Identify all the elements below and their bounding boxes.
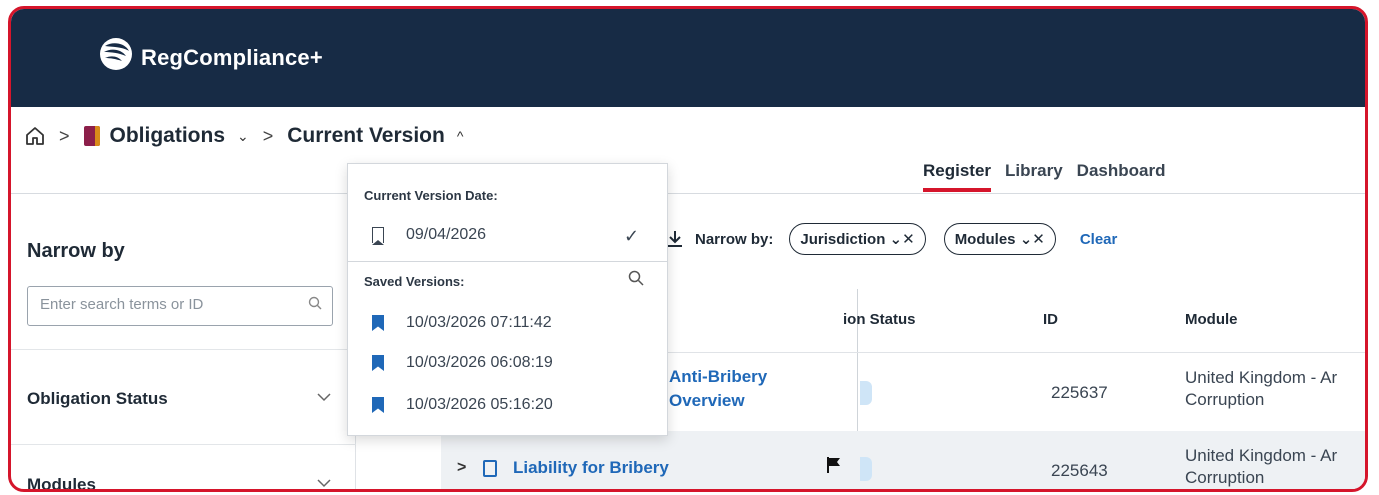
breadcrumb-current-version[interactable]: Current Version xyxy=(287,124,445,148)
home-icon[interactable] xyxy=(25,126,45,146)
check-icon: ✓ xyxy=(624,226,640,246)
saved-version-option[interactable]: 10/03/2026 05:16:20 xyxy=(372,396,553,414)
tab-library[interactable]: Library xyxy=(1005,161,1063,192)
app-header: RegCompliance+ xyxy=(11,9,1365,107)
flag-icon[interactable] xyxy=(827,457,841,473)
current-version-option[interactable]: 09/04/2026 xyxy=(372,226,487,245)
filter-bar: Narrow by: Jurisdiction ⌄✕ Modules ⌄✕ Cl… xyxy=(667,221,1117,257)
tab-dashboard[interactable]: Dashboard xyxy=(1077,161,1166,192)
tab-register[interactable]: Register xyxy=(923,161,992,192)
breadcrumb-obligations[interactable]: Obligations xyxy=(110,124,226,148)
status-badge xyxy=(860,457,872,481)
current-version-heading: Current Version Date: xyxy=(364,188,498,203)
search-icon[interactable] xyxy=(628,270,644,286)
chevron-down-icon[interactable]: ⌄ xyxy=(237,128,249,145)
chevron-down-icon[interactable] xyxy=(317,392,331,402)
download-icon[interactable] xyxy=(667,230,683,248)
saved-versions-heading: Saved Versions: xyxy=(364,274,465,289)
expand-row-chevron-icon[interactable]: > xyxy=(457,459,466,477)
row-id: 225637 xyxy=(1051,383,1108,402)
bookmark-filled-icon xyxy=(372,315,384,331)
saved-version-label: 10/03/2026 06:08:19 xyxy=(406,354,553,371)
module-line: United Kingdom - Ar xyxy=(1185,368,1338,387)
current-version-date: 09/04/2026 xyxy=(406,226,487,243)
chip-modules[interactable]: Modules ⌄✕ xyxy=(943,223,1056,255)
header-module[interactable]: Module xyxy=(1185,311,1238,328)
saved-version-option[interactable]: 10/03/2026 07:11:42 xyxy=(372,314,552,332)
header-status[interactable]: ion Status xyxy=(843,311,916,328)
saved-version-label: 10/03/2026 05:16:20 xyxy=(406,396,553,413)
module-line: Corruption xyxy=(1185,468,1265,487)
filter-sidebar: Narrow by Enter search terms or ID Oblig… xyxy=(11,194,356,489)
row-title-line: Overview xyxy=(669,391,745,410)
dropdown-divider xyxy=(348,261,667,262)
logo-icon xyxy=(100,38,132,70)
version-dropdown: Current Version Date: 09/04/2026 ✓ Saved… xyxy=(347,163,668,436)
sidebar-title: Narrow by xyxy=(27,240,125,262)
app-title[interactable]: RegCompliance+ xyxy=(141,45,323,71)
view-tabs: Register Library Dashboard xyxy=(923,161,1179,192)
breadcrumb-separator: > xyxy=(262,125,274,146)
chevron-down-icon[interactable] xyxy=(317,478,331,488)
status-badge xyxy=(860,381,872,405)
row-title-link[interactable]: Anti-Bribery Overview xyxy=(669,365,767,413)
clear-filters-link[interactable]: Clear xyxy=(1080,231,1118,248)
filter-label: Narrow by: xyxy=(695,230,774,248)
sidebar-divider xyxy=(11,349,356,350)
facet-modules[interactable]: Modules xyxy=(27,475,96,489)
chevron-up-icon[interactable]: ^ xyxy=(457,128,464,144)
sidebar-search-input[interactable]: Enter search terms or ID xyxy=(27,286,333,326)
module-line: Corruption xyxy=(1185,390,1265,409)
search-icon[interactable] xyxy=(308,296,322,310)
row-module: United Kingdom - Ar Corruption xyxy=(1185,445,1365,489)
chip-jurisdiction[interactable]: Jurisdiction ⌄✕ xyxy=(789,223,926,255)
book-icon xyxy=(483,460,497,477)
saved-version-label: 10/03/2026 07:11:42 xyxy=(406,314,552,331)
module-line: United Kingdom - Ar xyxy=(1185,446,1338,465)
row-module: United Kingdom - Ar Corruption xyxy=(1185,367,1365,411)
row-id: 225643 xyxy=(1051,461,1108,480)
saved-version-option[interactable]: 10/03/2026 06:08:19 xyxy=(372,354,553,372)
breadcrumb: > Obligations ⌄ > Current Version ^ xyxy=(25,121,463,151)
bookmark-filled-icon xyxy=(372,397,384,413)
facet-obligation-status[interactable]: Obligation Status xyxy=(27,389,168,409)
bookmark-filled-icon xyxy=(372,355,384,371)
sidebar-divider xyxy=(11,444,356,445)
row-title-link[interactable]: Liability for Bribery xyxy=(513,456,669,480)
app-frame: RegCompliance+ > Obligations ⌄ > Current… xyxy=(8,6,1368,492)
bookmark-outline-icon xyxy=(372,227,384,245)
header-id[interactable]: ID xyxy=(1043,311,1058,328)
obligations-book-icon xyxy=(83,126,100,146)
breadcrumb-separator: > xyxy=(59,125,70,146)
search-placeholder: Enter search terms or ID xyxy=(40,296,204,313)
row-title-line: Anti-Bribery xyxy=(669,367,768,386)
